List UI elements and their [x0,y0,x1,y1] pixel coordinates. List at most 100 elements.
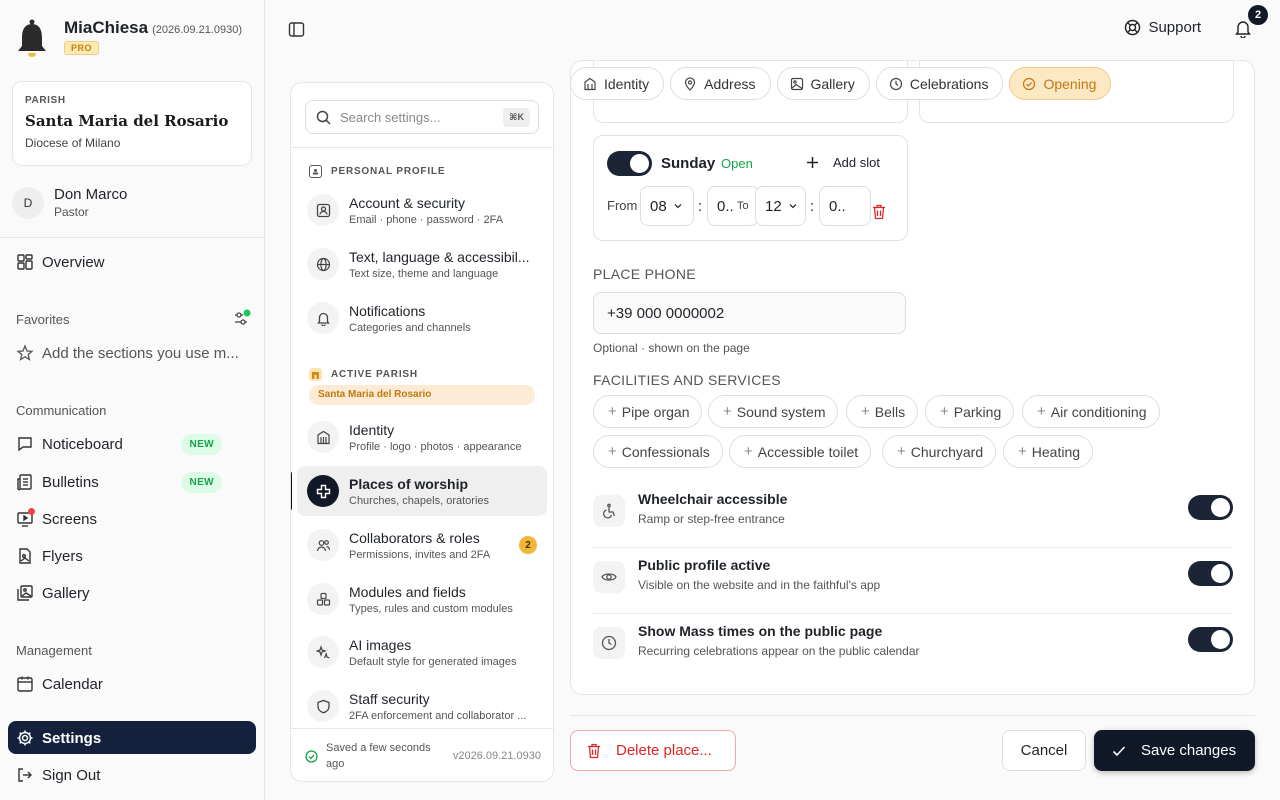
add-slot-button[interactable]: Add slot [806,155,880,170]
plus-icon: + [608,403,617,420]
facilities-label: FACILITIES AND SERVICES [593,372,781,388]
settings-item-identity[interactable]: Identity Profile · logo · photos · appear… [297,412,547,462]
calendar-icon [17,676,33,692]
delete-place-button[interactable]: Delete place... [570,730,736,771]
screen-icon [16,508,35,528]
nav-signout[interactable]: Sign Out [16,763,248,787]
tab-identity[interactable]: Identity [570,67,665,100]
search-input[interactable]: Search settings... ⌘K [305,100,539,134]
to-hour-select[interactable]: 12 [755,186,806,226]
plus-icon: + [1018,443,1027,460]
nav-overview[interactable]: Overview [16,250,248,274]
notifications-button[interactable]: 2 [1234,5,1268,38]
settings-item-modules[interactable]: Modules and fields Types, rules and custo… [297,574,547,624]
sidebar: MiaChiesa (2026.09.21.0930) PRO PARISH Sa… [0,0,265,800]
phone-input[interactable]: +39 000 0000002 [593,292,906,334]
toggle-row-mass-times: Show Mass times on the public page Recur… [593,613,1233,679]
shortcut-hint: ⌘K [503,108,530,127]
facility-chip[interactable]: + Accessible toilet [729,435,872,468]
settings-item-text-language[interactable]: Text, language & accessibil... Text size,… [297,239,547,289]
shield-icon [307,690,339,722]
nav-screens[interactable]: Screens [16,507,248,531]
mass-times-toggle[interactable] [1188,627,1233,652]
message-icon [18,437,32,452]
new-badge: NEW [181,471,222,493]
nav-bulletins[interactable]: Bulletins NEW [16,470,248,494]
facility-chip[interactable]: + Pipe organ [593,395,703,428]
users-icon [307,529,339,561]
notification-count: 2 [1248,5,1268,25]
sidebar-toggle-icon[interactable] [288,21,305,38]
facility-chip[interactable]: + Sound system [708,395,839,428]
brand: MiaChiesa (2026.09.21.0930) PRO [16,18,242,60]
check-icon [1112,745,1126,756]
day-name: Sunday [661,155,716,172]
settings-item-staff-security[interactable]: Staff security 2FA enforcement and collab… [297,681,547,731]
bell-icon [307,302,339,334]
facility-chip[interactable]: + Parking [925,395,1015,428]
settings-item-collaborators[interactable]: Collaborators & roles Permissions, invite… [297,520,547,570]
nav-gallery-label: Gallery [42,584,90,602]
tab-opening[interactable]: Opening [1009,67,1112,100]
topbar: Support 2 [265,0,1280,58]
facility-chip[interactable]: + Air conditioning [1022,395,1160,428]
nav-settings[interactable]: Settings [16,726,248,750]
facility-chip[interactable]: + Churchyard [882,435,997,468]
to-label: To [737,200,749,212]
tab-celebrations[interactable]: Celebrations [875,67,1004,100]
save-button[interactable]: Save changes [1094,730,1255,771]
sparkle-icon [307,636,339,668]
app-version: (2026.09.21.0930) [152,24,243,36]
nav-flyers[interactable]: Flyers [16,544,248,568]
facility-chip[interactable]: + Heating [1003,435,1094,468]
building-icon [584,77,596,90]
bell-logo-icon [18,19,46,57]
lifebuoy-icon [1125,19,1141,36]
tab-address[interactable]: Address [670,67,771,100]
day-open-toggle[interactable] [607,151,652,176]
save-status: Saved a few seconds ago [326,742,431,770]
settings-nav-panel: Search settings... ⌘K PERSONAL PROFILE A… [290,82,554,782]
plus-icon [807,157,818,168]
communication-title: Communication [16,403,107,418]
clock-icon [889,77,902,90]
active-parish-title: ACTIVE PARISH [309,368,418,381]
trash-icon[interactable] [872,204,886,220]
plus-icon: + [940,403,949,420]
nav-noticeboard-label: Noticeboard [42,435,123,453]
notification-dot [28,508,35,515]
tab-gallery[interactable]: Gallery [776,67,870,100]
from-hour-select[interactable]: 08 [640,186,694,226]
nav-overview-label: Overview [42,253,105,271]
from-minute-select[interactable]: 0.. [707,186,759,226]
parish-card[interactable]: PARISH Santa Maria del Rosario Diocese o… [12,81,252,166]
section-tabs: Identity Address Gallery Celebrations Op… [570,67,1112,100]
public-profile-toggle[interactable] [1188,561,1233,586]
settings-item-notifications[interactable]: Notifications Categories and channels [297,293,547,343]
boxes-icon [307,583,339,615]
cancel-button[interactable]: Cancel [1002,730,1086,771]
parish-name: Santa Maria del Rosario [25,112,229,130]
favorites-hint[interactable]: Add the sections you use m... [16,341,248,365]
toggle-row-public-profile: Public profile active Visible on the web… [593,547,1233,614]
count-badge: 2 [519,536,537,554]
settings-item-places-of-worship[interactable]: Places of worship Churches, chapels, orat… [291,466,547,516]
toggle-row-wheelchair: Wheelchair accessible Ramp or step-free … [593,481,1233,548]
settings-item-ai-images[interactable]: AI images Default style for generated ima… [297,627,547,677]
to-minute-select[interactable]: 0.. [819,186,871,226]
support-button[interactable]: Support [1124,19,1201,36]
nav-calendar[interactable]: Calendar [16,672,248,696]
favorites-settings-icon[interactable] [233,309,253,327]
user-profile[interactable]: D Don Marco Pastor [12,186,127,219]
facility-chip[interactable]: + Bells [846,395,919,428]
time-separator: : [698,198,703,215]
nav-noticeboard[interactable]: Noticeboard NEW [16,432,248,456]
id-card-icon [309,165,322,178]
clock-icon [593,627,625,659]
facility-chip[interactable]: + Confessionals [593,435,723,468]
settings-item-account-security[interactable]: Account & security Email · phone · passwo… [297,185,547,235]
nav-gallery[interactable]: Gallery [16,581,248,605]
wheelchair-toggle[interactable] [1188,495,1233,520]
cross-icon [307,475,339,507]
day-status: Open [721,156,753,171]
